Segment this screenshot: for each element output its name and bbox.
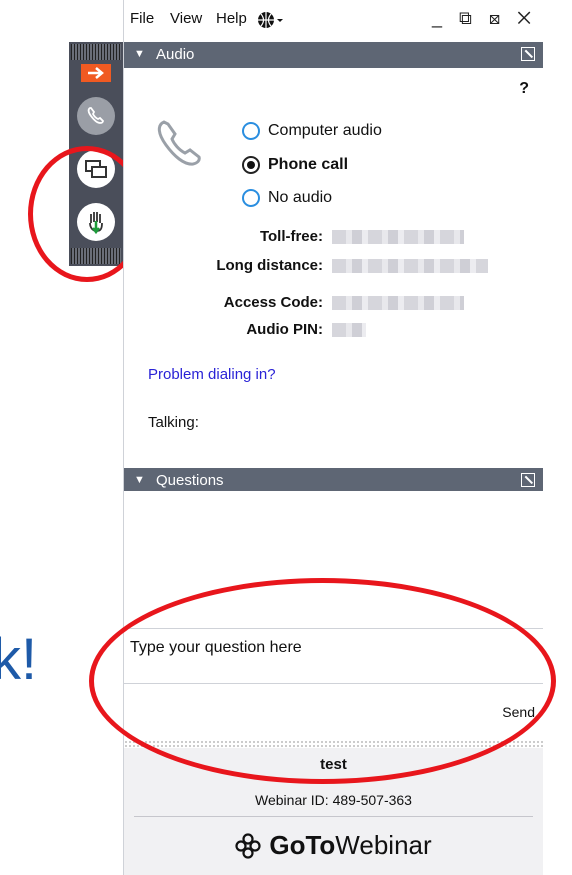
- menu-file[interactable]: File: [130, 10, 154, 27]
- control-panel-grabtab[interactable]: [69, 42, 123, 266]
- long-distance-value-redacted: [332, 259, 488, 273]
- screen-share-icon[interactable]: [77, 150, 115, 188]
- gotowebinar-logo: GoTo Webinar: [124, 830, 543, 861]
- audio-pin-label: Audio PIN:: [246, 321, 323, 338]
- radio-phone-call[interactable]: Phone call: [242, 156, 348, 174]
- toll-free-label: Toll-free:: [259, 228, 323, 245]
- webinar-id: Webinar ID: 489-507-363: [255, 792, 412, 808]
- brand-bold: GoTo: [269, 830, 336, 860]
- resize-handle[interactable]: [124, 740, 543, 748]
- arrow-right-icon[interactable]: [81, 64, 111, 82]
- radio-button[interactable]: [242, 122, 260, 140]
- radio-button[interactable]: [242, 189, 260, 207]
- problem-dialing-link[interactable]: Problem dialing in?: [148, 366, 276, 383]
- radio-label: Phone call: [268, 156, 349, 173]
- background-slide-text: k!: [0, 627, 38, 692]
- questions-section-title: Questions: [156, 472, 224, 489]
- send-button[interactable]: Send: [502, 704, 535, 720]
- collapse-triangle-icon[interactable]: ▼: [134, 474, 145, 486]
- audio-section-header[interactable]: ▼ Audio: [124, 42, 543, 68]
- window-controls[interactable]: _ ⧉ ⊠ ✕: [432, 8, 537, 29]
- phone-illustration-icon: [154, 118, 210, 175]
- menu-bar: File View Help _ ⧉ ⊠ ✕: [124, 0, 543, 40]
- radio-computer-audio[interactable]: Computer audio: [242, 122, 382, 140]
- long-distance-label: Long distance:: [216, 257, 323, 274]
- access-code-value-redacted: [332, 296, 464, 310]
- footer-divider: [134, 816, 533, 817]
- grabtab-grip-bottom[interactable]: [71, 248, 121, 264]
- audio-pin-value-redacted: [332, 323, 366, 337]
- radio-label: No audio: [268, 189, 333, 206]
- menu-view[interactable]: View: [170, 10, 202, 27]
- audio-section-title: Audio: [156, 46, 195, 63]
- menu-help[interactable]: Help: [216, 10, 247, 27]
- phone-icon[interactable]: [77, 97, 115, 135]
- audio-help-button[interactable]: ?: [519, 80, 529, 98]
- toll-free-value-redacted: [332, 230, 464, 244]
- radio-label: Computer audio: [268, 122, 382, 139]
- access-code-label: Access Code:: [223, 294, 323, 311]
- radio-no-audio[interactable]: No audio: [242, 189, 332, 207]
- gotowebinar-control-panel: File View Help _ ⧉ ⊠ ✕ ▼ Audio ? Compute…: [123, 0, 543, 875]
- grabtab-grip-top[interactable]: [71, 44, 121, 60]
- raise-hand-icon[interactable]: [77, 203, 115, 241]
- gotowebinar-flower-icon: [235, 832, 261, 859]
- question-input[interactable]: Type your question here: [124, 628, 543, 684]
- talking-label: Talking:: [148, 414, 199, 431]
- radio-button-selected[interactable]: [242, 156, 260, 174]
- brand-light: Webinar: [335, 830, 432, 860]
- webinar-footer: test Webinar ID: 489-507-363 GoTo Webinar: [124, 748, 543, 875]
- popout-icon[interactable]: [521, 47, 535, 61]
- popout-icon[interactable]: [521, 473, 535, 487]
- collapse-triangle-icon[interactable]: ▼: [134, 48, 145, 60]
- globe-icon[interactable]: [256, 9, 286, 36]
- questions-log: [124, 491, 543, 628]
- webinar-title: test: [320, 756, 347, 773]
